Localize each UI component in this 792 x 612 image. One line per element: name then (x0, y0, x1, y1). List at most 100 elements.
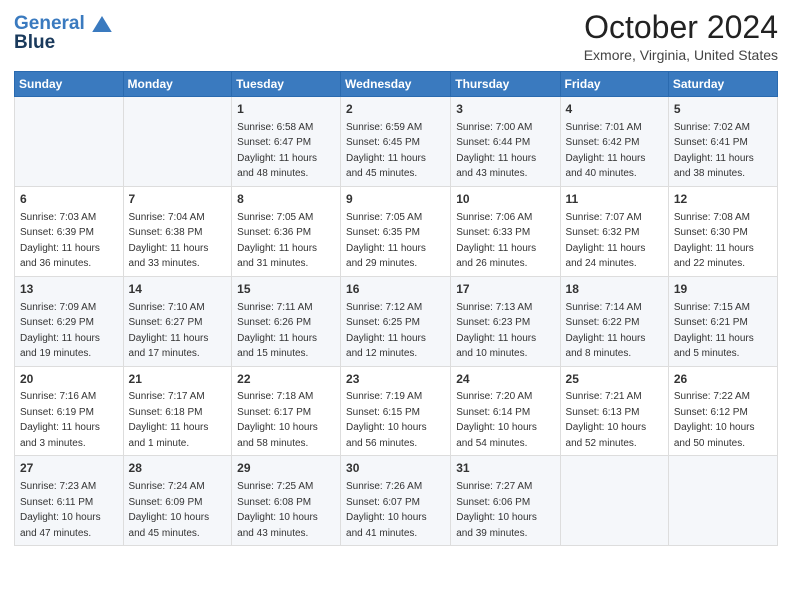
day-info: Sunrise: 7:08 AMSunset: 6:30 PMDaylight:… (674, 212, 754, 270)
day-number: 22 (237, 371, 335, 388)
day-number: 8 (237, 191, 335, 208)
day-number: 29 (237, 460, 335, 477)
day-info: Sunrise: 7:23 AMSunset: 6:11 PMDaylight:… (20, 481, 101, 539)
day-number: 13 (20, 281, 118, 298)
calendar-cell: 27 Sunrise: 7:23 AMSunset: 6:11 PMDaylig… (15, 456, 124, 546)
logo-blue-line: Blue (14, 32, 112, 54)
day-info: Sunrise: 7:05 AMSunset: 6:35 PMDaylight:… (346, 212, 426, 270)
day-info: Sunrise: 7:01 AMSunset: 6:42 PMDaylight:… (566, 122, 646, 180)
page-container: General Blue October 2024 Exmore, Virgin… (0, 0, 792, 556)
day-info: Sunrise: 7:27 AMSunset: 6:06 PMDaylight:… (456, 481, 537, 539)
day-info: Sunrise: 7:06 AMSunset: 6:33 PMDaylight:… (456, 212, 536, 270)
calendar-cell: 8 Sunrise: 7:05 AMSunset: 6:36 PMDayligh… (232, 186, 341, 276)
calendar-cell: 31 Sunrise: 7:27 AMSunset: 6:06 PMDaylig… (451, 456, 560, 546)
calendar-cell: 16 Sunrise: 7:12 AMSunset: 6:25 PMDaylig… (341, 276, 451, 366)
day-number: 28 (129, 460, 227, 477)
day-number: 19 (674, 281, 772, 298)
day-number: 18 (566, 281, 663, 298)
calendar-cell: 25 Sunrise: 7:21 AMSunset: 6:13 PMDaylig… (560, 366, 668, 456)
col-thursday: Thursday (451, 72, 560, 97)
calendar-cell (123, 97, 232, 187)
day-number: 7 (129, 191, 227, 208)
day-info: Sunrise: 7:11 AMSunset: 6:26 PMDaylight:… (237, 302, 317, 360)
day-number: 1 (237, 101, 335, 118)
day-info: Sunrise: 7:02 AMSunset: 6:41 PMDaylight:… (674, 122, 754, 180)
calendar-cell: 14 Sunrise: 7:10 AMSunset: 6:27 PMDaylig… (123, 276, 232, 366)
calendar-cell: 23 Sunrise: 7:19 AMSunset: 6:15 PMDaylig… (341, 366, 451, 456)
calendar-cell: 26 Sunrise: 7:22 AMSunset: 6:12 PMDaylig… (668, 366, 777, 456)
day-info: Sunrise: 6:58 AMSunset: 6:47 PMDaylight:… (237, 122, 317, 180)
day-number: 17 (456, 281, 554, 298)
day-info: Sunrise: 7:17 AMSunset: 6:18 PMDaylight:… (129, 391, 209, 449)
header-row: Sunday Monday Tuesday Wednesday Thursday… (15, 72, 778, 97)
calendar-cell: 3 Sunrise: 7:00 AMSunset: 6:44 PMDayligh… (451, 97, 560, 187)
calendar-week-row: 20 Sunrise: 7:16 AMSunset: 6:19 PMDaylig… (15, 366, 778, 456)
day-number: 26 (674, 371, 772, 388)
calendar-cell: 13 Sunrise: 7:09 AMSunset: 6:29 PMDaylig… (15, 276, 124, 366)
day-info: Sunrise: 7:09 AMSunset: 6:29 PMDaylight:… (20, 302, 100, 360)
calendar-cell (668, 456, 777, 546)
calendar-cell: 24 Sunrise: 7:20 AMSunset: 6:14 PMDaylig… (451, 366, 560, 456)
calendar-cell: 4 Sunrise: 7:01 AMSunset: 6:42 PMDayligh… (560, 97, 668, 187)
day-number: 24 (456, 371, 554, 388)
location: Exmore, Virginia, United States (584, 47, 778, 63)
col-tuesday: Tuesday (232, 72, 341, 97)
logo-arrow-icon (92, 16, 112, 32)
day-number: 11 (566, 191, 663, 208)
calendar-cell: 9 Sunrise: 7:05 AMSunset: 6:35 PMDayligh… (341, 186, 451, 276)
day-info: Sunrise: 7:19 AMSunset: 6:15 PMDaylight:… (346, 391, 427, 449)
calendar-cell: 17 Sunrise: 7:13 AMSunset: 6:23 PMDaylig… (451, 276, 560, 366)
day-number: 27 (20, 460, 118, 477)
day-info: Sunrise: 7:24 AMSunset: 6:09 PMDaylight:… (129, 481, 210, 539)
day-number: 4 (566, 101, 663, 118)
day-number: 12 (674, 191, 772, 208)
day-info: Sunrise: 7:15 AMSunset: 6:21 PMDaylight:… (674, 302, 754, 360)
calendar-week-row: 13 Sunrise: 7:09 AMSunset: 6:29 PMDaylig… (15, 276, 778, 366)
day-info: Sunrise: 7:05 AMSunset: 6:36 PMDaylight:… (237, 212, 317, 270)
day-info: Sunrise: 7:13 AMSunset: 6:23 PMDaylight:… (456, 302, 536, 360)
day-info: Sunrise: 7:03 AMSunset: 6:39 PMDaylight:… (20, 212, 100, 270)
calendar-cell: 21 Sunrise: 7:17 AMSunset: 6:18 PMDaylig… (123, 366, 232, 456)
day-number: 30 (346, 460, 445, 477)
calendar-cell (560, 456, 668, 546)
logo: General Blue (14, 14, 112, 54)
day-number: 14 (129, 281, 227, 298)
calendar-cell: 15 Sunrise: 7:11 AMSunset: 6:26 PMDaylig… (232, 276, 341, 366)
day-number: 16 (346, 281, 445, 298)
day-info: Sunrise: 7:00 AMSunset: 6:44 PMDaylight:… (456, 122, 536, 180)
calendar-cell: 11 Sunrise: 7:07 AMSunset: 6:32 PMDaylig… (560, 186, 668, 276)
calendar-week-row: 6 Sunrise: 7:03 AMSunset: 6:39 PMDayligh… (15, 186, 778, 276)
day-number: 21 (129, 371, 227, 388)
col-wednesday: Wednesday (341, 72, 451, 97)
calendar-week-row: 27 Sunrise: 7:23 AMSunset: 6:11 PMDaylig… (15, 456, 778, 546)
day-info: Sunrise: 7:10 AMSunset: 6:27 PMDaylight:… (129, 302, 209, 360)
day-number: 25 (566, 371, 663, 388)
col-sunday: Sunday (15, 72, 124, 97)
calendar-cell: 30 Sunrise: 7:26 AMSunset: 6:07 PMDaylig… (341, 456, 451, 546)
day-number: 5 (674, 101, 772, 118)
day-number: 23 (346, 371, 445, 388)
col-monday: Monday (123, 72, 232, 97)
day-info: Sunrise: 7:18 AMSunset: 6:17 PMDaylight:… (237, 391, 318, 449)
calendar-cell: 18 Sunrise: 7:14 AMSunset: 6:22 PMDaylig… (560, 276, 668, 366)
calendar-cell: 12 Sunrise: 7:08 AMSunset: 6:30 PMDaylig… (668, 186, 777, 276)
title-block: October 2024 Exmore, Virginia, United St… (584, 10, 778, 63)
calendar-table: Sunday Monday Tuesday Wednesday Thursday… (14, 71, 778, 546)
calendar-cell (15, 97, 124, 187)
calendar-cell: 19 Sunrise: 7:15 AMSunset: 6:21 PMDaylig… (668, 276, 777, 366)
header: General Blue October 2024 Exmore, Virgin… (14, 10, 778, 63)
day-number: 15 (237, 281, 335, 298)
day-info: Sunrise: 7:26 AMSunset: 6:07 PMDaylight:… (346, 481, 427, 539)
day-info: Sunrise: 7:14 AMSunset: 6:22 PMDaylight:… (566, 302, 646, 360)
day-number: 2 (346, 101, 445, 118)
calendar-body: 1 Sunrise: 6:58 AMSunset: 6:47 PMDayligh… (15, 97, 778, 546)
day-info: Sunrise: 7:12 AMSunset: 6:25 PMDaylight:… (346, 302, 426, 360)
day-number: 3 (456, 101, 554, 118)
calendar-cell: 1 Sunrise: 6:58 AMSunset: 6:47 PMDayligh… (232, 97, 341, 187)
day-info: Sunrise: 7:25 AMSunset: 6:08 PMDaylight:… (237, 481, 318, 539)
day-info: Sunrise: 7:22 AMSunset: 6:12 PMDaylight:… (674, 391, 755, 449)
day-info: Sunrise: 7:04 AMSunset: 6:38 PMDaylight:… (129, 212, 209, 270)
calendar-header: Sunday Monday Tuesday Wednesday Thursday… (15, 72, 778, 97)
day-number: 6 (20, 191, 118, 208)
day-info: Sunrise: 6:59 AMSunset: 6:45 PMDaylight:… (346, 122, 426, 180)
